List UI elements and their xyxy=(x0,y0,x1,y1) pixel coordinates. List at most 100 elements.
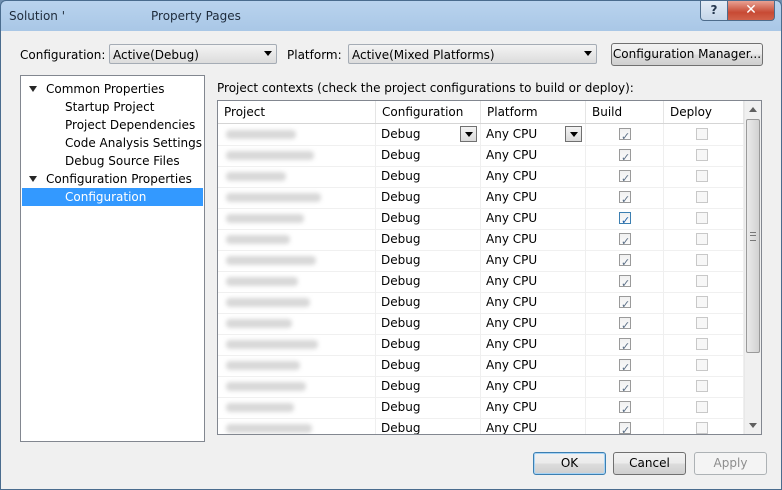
deploy-checkbox[interactable] xyxy=(696,422,708,434)
platform-cell[interactable]: Any CPU xyxy=(481,208,586,229)
build-checkbox[interactable] xyxy=(619,252,631,271)
column-header-configuration[interactable]: Configuration xyxy=(376,101,481,123)
platform-cell[interactable]: Any CPU xyxy=(481,397,586,418)
configuration-cell[interactable]: Debug xyxy=(376,418,481,434)
expand-arrow-icon[interactable] xyxy=(29,86,37,92)
build-checkbox[interactable] xyxy=(619,357,631,376)
cancel-button[interactable]: Cancel xyxy=(613,452,686,475)
table-row[interactable]: Debug Any CPU xyxy=(218,208,744,230)
tree-item-configuration-properties[interactable]: Configuration Properties xyxy=(46,170,192,188)
configuration-dropdown-button[interactable] xyxy=(460,126,477,142)
build-checkbox[interactable] xyxy=(619,168,631,187)
platform-combo[interactable]: Active(Mixed Platforms) xyxy=(348,44,597,64)
build-checkbox[interactable] xyxy=(619,147,631,166)
tree-item-configuration[interactable]: Configuration xyxy=(22,188,203,206)
close-button[interactable]: ✕ xyxy=(727,1,775,21)
deploy-checkbox[interactable] xyxy=(696,128,708,140)
column-header-project[interactable]: Project xyxy=(218,101,376,123)
deploy-checkbox[interactable] xyxy=(696,296,708,308)
deploy-checkbox[interactable] xyxy=(696,212,708,224)
table-row[interactable]: Debug Any CPU xyxy=(218,313,744,335)
configuration-cell[interactable]: Debug xyxy=(376,250,481,271)
apply-button[interactable]: Apply xyxy=(694,452,767,475)
platform-cell[interactable]: Any CPU xyxy=(481,292,586,313)
deploy-checkbox[interactable] xyxy=(696,275,708,287)
tree-item-code-analysis-settings[interactable]: Code Analysis Settings xyxy=(65,134,202,152)
table-row[interactable]: Debug Any CPU xyxy=(218,229,744,251)
build-checkbox[interactable] xyxy=(619,294,631,313)
configuration-cell[interactable]: Debug xyxy=(376,166,481,187)
platform-cell[interactable]: Any CPU xyxy=(481,145,586,166)
table-row[interactable]: Debug Any CPU xyxy=(218,292,744,314)
table-row[interactable]: Debug Any CPU xyxy=(218,250,744,272)
deploy-checkbox[interactable] xyxy=(696,338,708,350)
table-row[interactable]: Debug Any CPU xyxy=(218,397,744,419)
table-row[interactable]: Debug Any CPU xyxy=(218,124,744,146)
table-row[interactable]: Debug Any CPU xyxy=(218,145,744,167)
tree-item-common-properties[interactable]: Common Properties xyxy=(46,80,165,98)
configuration-cell[interactable]: Debug xyxy=(376,376,481,397)
platform-cell[interactable]: Any CPU xyxy=(481,166,586,187)
ok-button[interactable]: OK xyxy=(533,452,606,475)
table-row[interactable]: Debug Any CPU xyxy=(218,418,744,434)
help-button[interactable]: ? xyxy=(700,1,728,21)
build-checkbox[interactable] xyxy=(619,231,631,250)
table-row[interactable]: Debug Any CPU xyxy=(218,271,744,293)
deploy-checkbox[interactable] xyxy=(696,359,708,371)
column-header-platform[interactable]: Platform xyxy=(481,101,586,123)
deploy-checkbox[interactable] xyxy=(696,380,708,392)
deploy-checkbox[interactable] xyxy=(696,317,708,329)
build-checkbox[interactable] xyxy=(619,189,631,208)
build-checkbox[interactable] xyxy=(619,336,631,355)
table-row[interactable]: Debug Any CPU xyxy=(218,376,744,398)
tree-item-debug-source-files[interactable]: Debug Source Files xyxy=(65,152,180,170)
deploy-checkbox[interactable] xyxy=(696,149,708,161)
deploy-checkbox[interactable] xyxy=(696,191,708,203)
build-checkbox[interactable] xyxy=(619,210,631,229)
scroll-up-icon[interactable] xyxy=(745,101,761,118)
build-checkbox[interactable] xyxy=(619,420,631,434)
table-row[interactable]: Debug Any CPU xyxy=(218,166,744,188)
platform-cell[interactable]: Any CPU xyxy=(481,313,586,334)
table-row[interactable]: Debug Any CPU xyxy=(218,187,744,209)
platform-cell[interactable]: Any CPU xyxy=(481,355,586,376)
configuration-combo[interactable]: Active(Debug) xyxy=(109,44,277,64)
configuration-cell[interactable]: Debug xyxy=(376,313,481,334)
configuration-cell[interactable]: Debug xyxy=(376,292,481,313)
build-checkbox[interactable] xyxy=(619,378,631,397)
build-checkbox[interactable] xyxy=(619,315,631,334)
platform-cell[interactable]: Any CPU xyxy=(481,376,586,397)
table-row[interactable]: Debug Any CPU xyxy=(218,334,744,356)
property-tree[interactable]: Common Properties Startup Project Project … xyxy=(20,75,205,442)
platform-dropdown-button[interactable] xyxy=(565,126,582,142)
column-header-deploy[interactable]: Deploy xyxy=(664,101,744,123)
configuration-cell[interactable]: Debug xyxy=(376,145,481,166)
column-header-build[interactable]: Build xyxy=(586,101,664,123)
platform-cell[interactable]: Any CPU xyxy=(481,271,586,292)
platform-cell[interactable]: Any CPU xyxy=(481,187,586,208)
platform-cell[interactable]: Any CPU xyxy=(481,250,586,271)
platform-cell[interactable]: Any CPU xyxy=(481,334,586,355)
scrollbar-thumb[interactable] xyxy=(746,119,760,353)
configuration-cell[interactable]: Debug xyxy=(376,397,481,418)
build-checkbox[interactable] xyxy=(619,273,631,292)
configuration-cell[interactable]: Debug xyxy=(376,208,481,229)
table-row[interactable]: Debug Any CPU xyxy=(218,355,744,377)
vertical-scrollbar[interactable] xyxy=(744,101,761,434)
configuration-manager-button[interactable]: Configuration Manager... xyxy=(611,43,763,66)
scroll-down-icon[interactable] xyxy=(745,417,761,434)
expand-arrow-icon[interactable] xyxy=(29,176,37,182)
project-contexts-grid[interactable]: Project Configuration Platform Build Deploy … xyxy=(217,100,762,435)
tree-item-startup-project[interactable]: Startup Project xyxy=(65,98,154,116)
build-checkbox[interactable] xyxy=(619,399,631,418)
configuration-cell[interactable]: Debug xyxy=(376,271,481,292)
configuration-cell[interactable]: Debug xyxy=(376,229,481,250)
deploy-checkbox[interactable] xyxy=(696,401,708,413)
configuration-cell[interactable]: Debug xyxy=(376,334,481,355)
platform-cell[interactable]: Any CPU xyxy=(481,418,586,434)
build-checkbox[interactable] xyxy=(619,126,631,145)
configuration-cell[interactable]: Debug xyxy=(376,187,481,208)
deploy-checkbox[interactable] xyxy=(696,254,708,266)
deploy-checkbox[interactable] xyxy=(696,170,708,182)
platform-cell[interactable]: Any CPU xyxy=(481,229,586,250)
